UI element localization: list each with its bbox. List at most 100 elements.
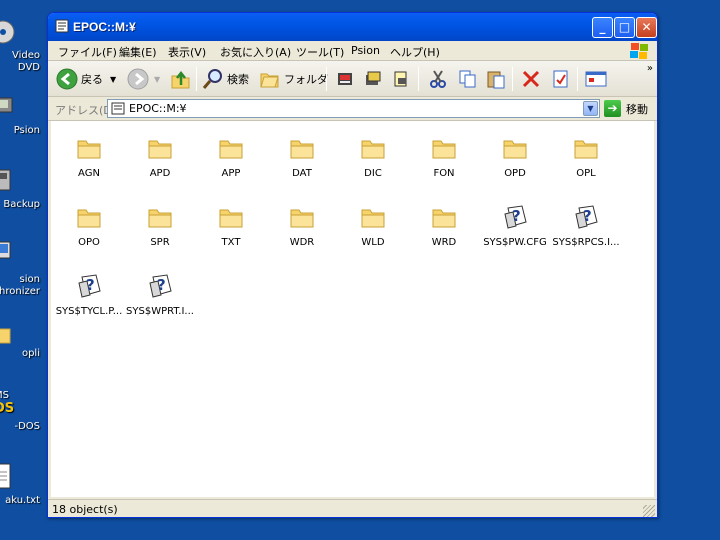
folder-item[interactable]: WDR bbox=[266, 204, 338, 248]
go-arrow-icon: ➔ bbox=[604, 100, 621, 117]
file-item[interactable]: ? SYS$WPRT.I... bbox=[124, 273, 196, 317]
menu-file[interactable]: ファイル(F) bbox=[58, 44, 117, 60]
go-button[interactable]: ➔ 移動 bbox=[604, 100, 648, 117]
paste-icon bbox=[487, 71, 505, 89]
desktop-icon-label: Backup bbox=[3, 199, 40, 210]
desktop-icon-label: Video DVD bbox=[11, 50, 40, 73]
folder-item[interactable]: OPO bbox=[53, 204, 125, 248]
forward-arrow-icon bbox=[127, 68, 149, 90]
file-name: SYS$RPCS.I... bbox=[552, 237, 620, 248]
svg-text:MS: MS bbox=[0, 390, 9, 401]
desktop-icon-label: sion hronizer bbox=[0, 274, 40, 297]
copy-icon bbox=[459, 70, 476, 88]
forward-button[interactable]: ▼ bbox=[127, 67, 160, 91]
folder-item[interactable]: SPR bbox=[124, 204, 196, 248]
status-bar: 18 object(s) bbox=[48, 499, 657, 517]
svg-text:DS: DS bbox=[0, 401, 14, 416]
folder-item[interactable]: OPD bbox=[479, 135, 551, 179]
address-value: EPOC::M:¥ bbox=[129, 102, 187, 115]
psion-backup-icon bbox=[338, 73, 352, 85]
psion-sync-button[interactable] bbox=[391, 67, 411, 91]
folder-item[interactable]: WLD bbox=[337, 204, 409, 248]
menu-tools[interactable]: ツール(T) bbox=[296, 44, 344, 60]
svg-text:?: ? bbox=[86, 276, 95, 294]
folder-icon bbox=[77, 140, 101, 159]
file-item[interactable]: ? SYS$TYCL.P... bbox=[53, 273, 125, 317]
folder-icon bbox=[148, 209, 172, 228]
file-name: SPR bbox=[150, 237, 170, 248]
folder-icon bbox=[219, 209, 243, 228]
back-button[interactable]: 戻る ▼ bbox=[56, 67, 116, 91]
menu-psion[interactable]: Psion bbox=[351, 44, 380, 57]
folders-button[interactable]: フォルダ bbox=[259, 67, 328, 91]
address-input[interactable]: EPOC::M:¥ ▼ bbox=[107, 99, 600, 118]
folder-item[interactable]: OPL bbox=[550, 135, 622, 179]
backup-icon bbox=[0, 169, 11, 191]
address-dropdown-button[interactable]: ▼ bbox=[583, 101, 598, 116]
cut-button[interactable] bbox=[428, 67, 448, 91]
resize-grip[interactable] bbox=[643, 505, 655, 517]
file-name: APD bbox=[149, 168, 171, 179]
paste-button[interactable] bbox=[486, 67, 506, 91]
maximize-button[interactable]: □ bbox=[614, 17, 635, 38]
file-item[interactable]: ? SYS$PW.CFG bbox=[479, 204, 551, 248]
window-title: EPOC::M:¥ bbox=[73, 20, 136, 34]
toolbar-separator bbox=[512, 67, 513, 91]
folder-icon bbox=[361, 209, 385, 228]
copy-button[interactable] bbox=[458, 67, 478, 91]
forward-dropdown-icon[interactable]: ▼ bbox=[154, 75, 160, 84]
desktop-icon-label: -DOS bbox=[14, 421, 40, 432]
views-button[interactable] bbox=[585, 67, 607, 91]
folder-item[interactable]: DIC bbox=[337, 135, 409, 179]
back-label: 戻る bbox=[81, 73, 103, 86]
msdos-icon: MSDS bbox=[0, 390, 14, 416]
toolbar-separator bbox=[418, 67, 419, 91]
views-icon bbox=[585, 71, 607, 87]
folder-item[interactable]: APD bbox=[124, 135, 196, 179]
file-name: OPL bbox=[576, 168, 596, 179]
unknown-file-icon: ? bbox=[575, 205, 598, 229]
status-text: 18 object(s) bbox=[52, 503, 118, 516]
title-bar[interactable]: EPOC::M:¥ _ □ ✕ bbox=[48, 13, 657, 41]
file-name: DAT bbox=[292, 168, 312, 179]
menu-view[interactable]: 表示(V) bbox=[168, 44, 206, 60]
desktop-icon-label: Psion bbox=[13, 125, 40, 136]
folder-icon bbox=[361, 140, 385, 159]
menu-help[interactable]: ヘルプ(H) bbox=[390, 44, 440, 60]
go-label: 移動 bbox=[626, 102, 648, 116]
menu-favorites[interactable]: お気に入り(A) bbox=[220, 44, 291, 60]
search-button[interactable]: 検索 bbox=[202, 67, 249, 91]
file-item[interactable]: ? SYS$RPCS.I... bbox=[550, 204, 622, 248]
folder-item[interactable]: FON bbox=[408, 135, 480, 179]
folder-icon bbox=[0, 328, 11, 344]
file-view[interactable]: AGN APD APP DAT DIC FON OPD OPL OPO SPR TXT WDR WLD W… bbox=[51, 121, 654, 497]
delete-button[interactable] bbox=[521, 67, 541, 91]
toolbar-separator bbox=[577, 67, 578, 91]
file-name: FON bbox=[433, 168, 455, 179]
address-location-icon bbox=[111, 102, 125, 115]
psion-restore-button[interactable] bbox=[363, 67, 383, 91]
properties-button[interactable] bbox=[551, 67, 571, 91]
search-icon bbox=[202, 69, 222, 89]
folder-icon bbox=[432, 140, 456, 159]
file-name: SYS$WPRT.I... bbox=[126, 306, 194, 317]
toolbar-more-button[interactable]: » bbox=[647, 63, 653, 74]
toolbar-separator bbox=[326, 67, 327, 91]
minimize-button[interactable]: _ bbox=[592, 17, 613, 38]
up-folder-button[interactable] bbox=[170, 67, 192, 91]
folders-label: フォルダ bbox=[284, 73, 328, 86]
folder-item[interactable]: AGN bbox=[53, 135, 125, 179]
desktop-icon-label: aku.txt bbox=[5, 495, 40, 506]
close-button[interactable]: ✕ bbox=[636, 17, 657, 38]
menu-edit[interactable]: 編集(E) bbox=[119, 44, 157, 60]
folder-item[interactable]: WRD bbox=[408, 204, 480, 248]
back-dropdown-icon[interactable]: ▼ bbox=[110, 75, 116, 84]
psion-backup-button[interactable] bbox=[335, 67, 355, 91]
folder-item[interactable]: TXT bbox=[195, 204, 267, 248]
svg-text:?: ? bbox=[157, 276, 166, 294]
file-name: APP bbox=[221, 168, 241, 179]
folder-item[interactable]: APP bbox=[195, 135, 267, 179]
folder-item[interactable]: DAT bbox=[266, 135, 338, 179]
properties-icon bbox=[553, 70, 568, 88]
folder-icon bbox=[574, 140, 598, 159]
